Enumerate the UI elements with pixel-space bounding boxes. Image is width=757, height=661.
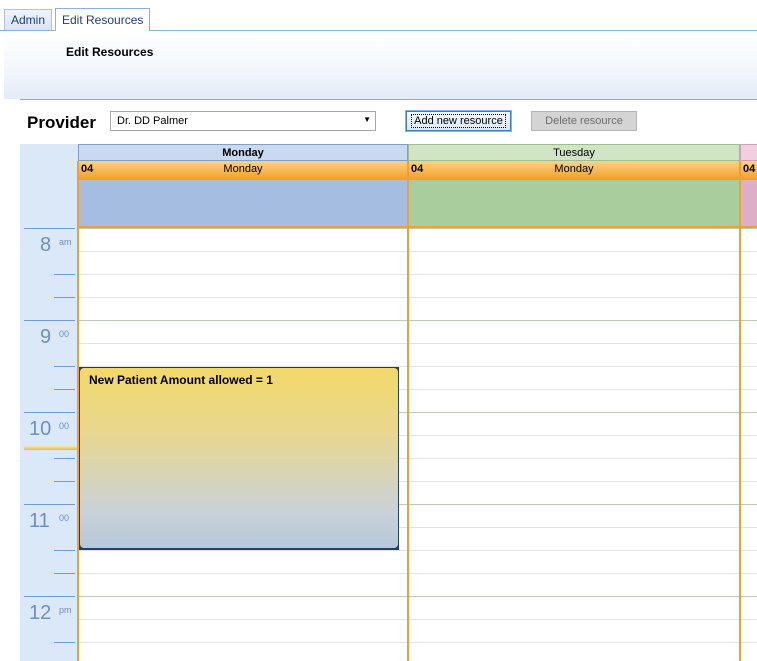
half-hour-tick	[54, 458, 75, 459]
slot-line	[78, 274, 757, 275]
date-bar: 04 Monday	[408, 161, 740, 180]
half-hour-tick	[54, 366, 75, 367]
hour-label: 8	[40, 234, 52, 256]
half-hour-tick	[54, 550, 75, 551]
half-hour-tick	[54, 481, 75, 482]
chevron-down-icon[interactable]: ▼	[363, 115, 371, 124]
hour-line	[24, 412, 75, 413]
provider-select[interactable]: Dr. DD Palmer ▼	[110, 111, 376, 131]
slot-line	[78, 320, 757, 321]
current-time-indicator	[24, 446, 78, 450]
slot-line	[78, 251, 757, 252]
hour-label: 12	[29, 602, 52, 624]
header-divider	[20, 99, 757, 100]
scheduler: 8 am 9 00 10 00 11 00 12 pm Monday 04 Mo…	[20, 144, 757, 661]
slot-line	[78, 228, 757, 229]
add-new-resource-button[interactable]: Add new resource	[405, 110, 512, 132]
slot-line	[78, 642, 757, 643]
hour-line	[24, 504, 75, 505]
tab-bar: Admin Edit Resources	[0, 0, 757, 32]
tab-admin[interactable]: Admin	[4, 9, 53, 30]
all-day-area[interactable]	[408, 180, 740, 228]
page-header: Edit Resources	[4, 31, 757, 99]
appointment-body[interactable]: New Patient Amount allowed = 1	[80, 368, 398, 548]
half-hour-tick	[54, 642, 75, 643]
delete-resource-button[interactable]: Delete resource	[531, 111, 637, 131]
hour-suffix: 00	[59, 329, 70, 339]
hour-suffix: 00	[59, 421, 70, 431]
column-header-monday[interactable]: Monday	[78, 144, 408, 161]
hour-line	[24, 320, 75, 321]
page-title: Edit Resources	[66, 45, 154, 59]
slot-line	[78, 297, 757, 298]
all-day-area[interactable]	[78, 180, 408, 228]
hour-line	[24, 596, 75, 597]
tab-edit-resources[interactable]: Edit Resources	[55, 8, 151, 32]
slot-line	[78, 550, 757, 551]
date-day: Monday	[223, 163, 263, 175]
slot-line	[78, 596, 757, 597]
hour-line	[24, 228, 75, 229]
date-bar: 04 Monday	[78, 161, 408, 180]
hour-label: 9	[40, 326, 52, 348]
half-hour-tick	[54, 297, 75, 298]
appointment-text: New Patient Amount allowed = 1	[89, 373, 273, 387]
slot-line	[78, 343, 757, 344]
half-hour-tick	[54, 274, 75, 275]
date-bar: 04	[740, 161, 757, 180]
hour-suffix: am	[59, 237, 72, 247]
provider-selected-value: Dr. DD Palmer	[117, 115, 188, 127]
column-divider	[739, 161, 741, 661]
hour-suffix: pm	[59, 605, 72, 615]
provider-label: Provider	[27, 113, 96, 132]
hour-suffix: 00	[59, 513, 70, 523]
add-new-resource-label: Add new resource	[411, 114, 506, 128]
date-day: Monday	[554, 163, 594, 175]
column-header-partial[interactable]	[740, 144, 757, 161]
slot-line	[78, 573, 757, 574]
hour-label: 10	[29, 418, 52, 440]
appointment-block[interactable]: New Patient Amount allowed = 1	[79, 367, 399, 550]
date-number: 04	[743, 163, 756, 175]
time-ruler: 8 am 9 00 10 00 11 00 12 pm	[20, 144, 78, 661]
hour-label: 11	[29, 510, 50, 532]
half-hour-tick	[54, 389, 75, 390]
column-divider	[407, 161, 409, 661]
slot-line	[78, 619, 757, 620]
all-day-area[interactable]	[740, 180, 757, 228]
half-hour-tick	[54, 573, 75, 574]
column-header-tuesday[interactable]: Tuesday	[408, 144, 740, 161]
